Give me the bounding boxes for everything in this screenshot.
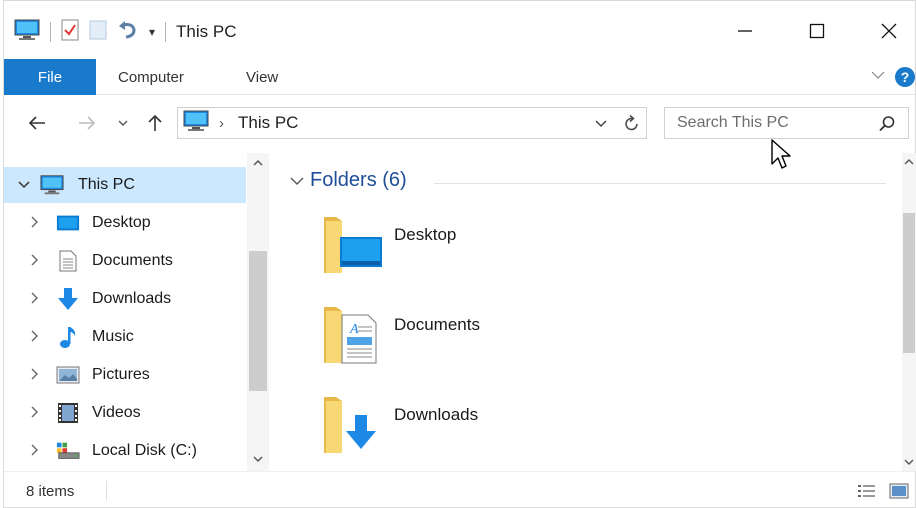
tab-file[interactable]: File [4, 59, 96, 95]
collapsed-chevron-icon[interactable] [30, 443, 44, 459]
details-view-icon[interactable] [856, 481, 878, 501]
sidebar-item-label: Documents [92, 252, 173, 269]
search-box[interactable] [664, 107, 909, 139]
content-pane-scrollbar[interactable] [902, 153, 916, 471]
sidebar-item-label: Local Disk (C:) [92, 442, 197, 459]
toolbar-separator [165, 22, 167, 42]
downloads-icon [56, 287, 80, 311]
sidebar-item-label: Desktop [92, 214, 151, 231]
scrollbar-thumb[interactable] [249, 251, 267, 391]
collapsed-chevron-icon[interactable] [30, 405, 44, 421]
videos-icon [56, 401, 80, 425]
sidebar-item-label: Music [92, 328, 134, 345]
address-computer-icon [183, 110, 209, 136]
status-bar: 8 items [4, 471, 915, 508]
new-folder-icon[interactable] [89, 19, 107, 45]
desktop-icon [56, 211, 80, 235]
collapsed-chevron-icon[interactable] [30, 291, 44, 307]
up-button[interactable] [142, 109, 168, 137]
search-icon[interactable] [878, 115, 896, 137]
file-explorer-window: ▾ This PC File Computer View ? › This PC… [3, 0, 916, 508]
tab-computer[interactable]: Computer [118, 59, 184, 95]
folder-label: Documents [394, 315, 480, 334]
group-collapse-chevron-icon[interactable] [290, 169, 304, 192]
maximize-button[interactable] [794, 13, 840, 49]
group-header-divider [434, 183, 886, 184]
sidebar-item-downloads[interactable]: Downloads [4, 281, 246, 317]
sidebar-item-videos[interactable]: Videos [4, 395, 246, 431]
local-disk-icon [56, 439, 80, 463]
ribbon-tabs: File Computer View ? [4, 59, 915, 95]
close-button[interactable] [866, 13, 912, 49]
this-pc-app-icon[interactable] [14, 19, 40, 45]
large-icons-view-icon[interactable] [888, 481, 910, 501]
sidebar-item-label: Pictures [92, 366, 150, 383]
expand-ribbon-chevron-icon[interactable] [871, 69, 885, 83]
address-history-chevron-icon[interactable] [594, 116, 608, 134]
pictures-icon [56, 363, 80, 387]
group-header-label: Folders (6) [310, 169, 407, 191]
sidebar-item-desktop[interactable]: Desktop [4, 205, 246, 241]
search-input[interactable] [677, 114, 867, 132]
sidebar-item-local-disk[interactable]: Local Disk (C:) [4, 433, 246, 469]
collapsed-chevron-icon[interactable] [30, 253, 44, 269]
sidebar-item-music[interactable]: Music [4, 319, 246, 355]
scroll-up-arrow-icon[interactable] [902, 155, 916, 169]
help-button[interactable]: ? [895, 67, 915, 87]
sidebar-item-pictures[interactable]: Pictures [4, 357, 246, 393]
scroll-down-arrow-icon[interactable] [902, 455, 916, 469]
breadcrumb-this-pc[interactable]: This PC [238, 113, 298, 133]
recent-locations-chevron-icon[interactable] [110, 109, 136, 137]
folders-group-header[interactable]: Folders (6) [290, 169, 407, 192]
quick-access-toolbar: ▾ This PC [14, 17, 247, 47]
folder-label: Downloads [394, 405, 479, 424]
sidebar-item-label: This PC [78, 176, 135, 193]
collapsed-chevron-icon[interactable] [30, 329, 44, 345]
collapsed-chevron-icon[interactable] [30, 367, 44, 383]
breadcrumb-separator[interactable]: › [219, 115, 224, 132]
tab-view[interactable]: View [246, 59, 278, 95]
back-button[interactable] [24, 109, 50, 137]
sidebar-item-label: Videos [92, 404, 141, 421]
window-title: This PC [176, 22, 237, 41]
content-pane: Folders (6) Desktop A Documents Download… [270, 153, 902, 471]
folder-label: Desktop [394, 225, 457, 244]
status-separator [106, 481, 107, 501]
collapsed-chevron-icon[interactable] [30, 215, 44, 231]
scroll-up-arrow-icon[interactable] [247, 157, 269, 171]
downloads-folder-icon [320, 391, 384, 455]
refresh-icon[interactable] [624, 114, 640, 136]
customize-toolbar-dropdown-icon[interactable]: ▾ [149, 25, 155, 39]
folder-documents[interactable]: A Documents [320, 301, 620, 377]
documents-folder-icon: A [320, 301, 384, 365]
item-count: 8 items [26, 483, 75, 500]
folder-desktop[interactable]: Desktop [320, 211, 620, 287]
expanded-chevron-icon[interactable] [18, 177, 32, 193]
scrollbar-thumb[interactable] [903, 213, 915, 353]
forward-button[interactable] [74, 109, 100, 137]
address-bar[interactable]: › This PC [177, 107, 647, 139]
minimize-button[interactable] [722, 13, 768, 49]
properties-icon[interactable] [61, 19, 79, 45]
toolbar-separator [50, 22, 51, 42]
documents-icon [56, 249, 80, 273]
music-icon [56, 325, 80, 349]
sidebar-item-label: Downloads [92, 290, 172, 307]
navigation-pane-scrollbar[interactable] [247, 153, 269, 471]
scroll-down-arrow-icon[interactable] [247, 453, 269, 467]
computer-icon [40, 173, 64, 197]
folder-downloads[interactable]: Downloads [320, 391, 620, 467]
title-bar: ▾ This PC [4, 1, 915, 59]
sidebar-item-documents[interactable]: Documents [4, 243, 246, 279]
desktop-folder-icon [320, 211, 384, 275]
svg-text:A: A [349, 322, 359, 337]
undo-icon[interactable] [117, 19, 139, 45]
navigation-pane: This PC Desktop Documents Downloads Musi… [4, 153, 270, 471]
sidebar-item-this-pc[interactable]: This PC [4, 167, 246, 203]
mouse-pointer-icon [770, 138, 792, 176]
